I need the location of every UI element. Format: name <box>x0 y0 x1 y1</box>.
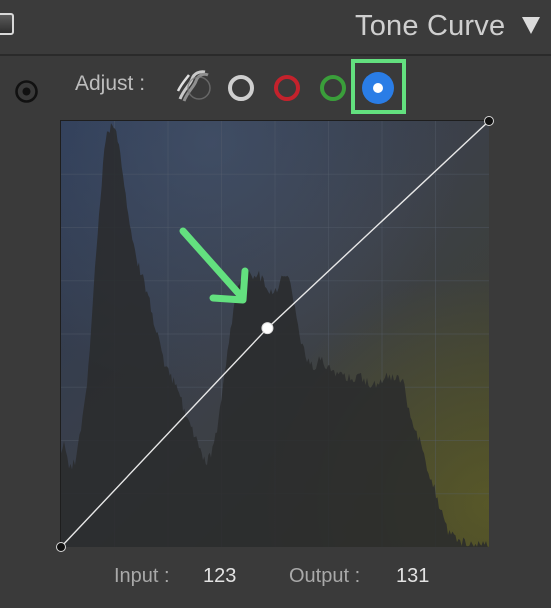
adjust-label: Adjust : <box>75 72 146 95</box>
panel-header: Tone Curve <box>0 0 551 56</box>
channel-red-button[interactable] <box>269 70 305 106</box>
parametric-curve-icon <box>174 67 212 110</box>
selection-highlight-box <box>351 59 406 114</box>
output-readout-value: 131 <box>396 565 430 587</box>
red-circle-icon <box>274 75 300 101</box>
tone-curve-graph[interactable] <box>56 116 494 552</box>
curve-end-point[interactable] <box>484 116 494 126</box>
target-adjustment-tool-icon[interactable] <box>13 78 40 105</box>
input-readout-value: 123 <box>203 565 237 587</box>
channel-parametric-button[interactable] <box>175 69 211 106</box>
collapse-triangle-icon[interactable] <box>520 14 542 36</box>
curve-control-point[interactable] <box>261 322 274 335</box>
channel-rgb-button[interactable] <box>223 70 259 106</box>
tone-curve-svg[interactable] <box>56 116 494 552</box>
output-readout-label: Output : <box>289 565 361 587</box>
channel-green-button[interactable] <box>315 70 351 106</box>
curve-end-point[interactable] <box>56 542 66 552</box>
input-readout-label: Input : <box>114 565 170 587</box>
panel-toggle-switch[interactable] <box>0 13 14 35</box>
green-circle-icon <box>320 75 346 101</box>
panel-title[interactable]: Tone Curve <box>355 10 505 43</box>
white-circle-icon <box>228 75 254 101</box>
